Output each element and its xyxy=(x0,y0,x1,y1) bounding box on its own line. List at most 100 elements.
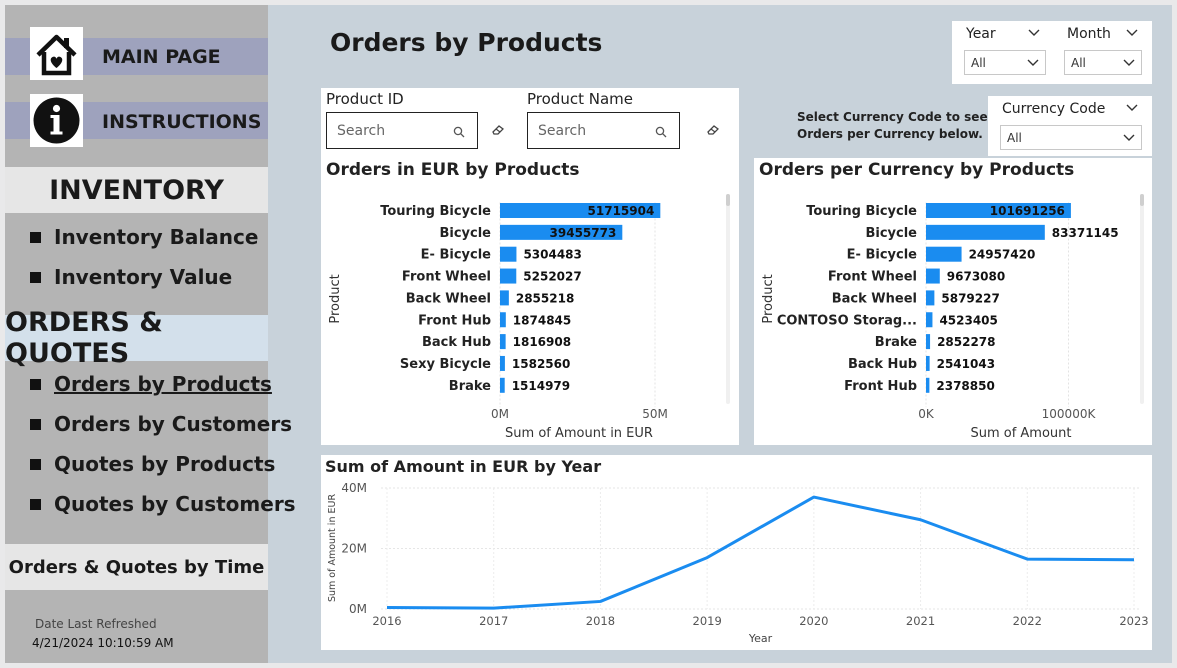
bullet-square xyxy=(30,231,41,243)
product-id-search-placeholder: Search xyxy=(337,123,386,139)
eur-category-label: E- Bicycle xyxy=(421,248,492,263)
bullet-square xyxy=(30,458,41,470)
eur-data-label: 1816908 xyxy=(513,335,571,349)
date-slicer-panel: Year All Month All xyxy=(952,21,1152,84)
currency-bar xyxy=(926,224,1045,240)
eur-data-label: 5252027 xyxy=(523,270,581,284)
currency-category-label: Back Wheel xyxy=(832,291,917,306)
eur-bar xyxy=(500,377,505,393)
eur-bar xyxy=(500,355,505,371)
line-x-tick-label: 2021 xyxy=(906,614,935,628)
eur-x-axis-label: Sum of Amount in EUR xyxy=(505,426,653,441)
nav-orders-by-products[interactable]: Orders by Products xyxy=(30,370,275,398)
eur-x-tick-label: 0M xyxy=(491,407,509,421)
currency-note: Select Currency Code to see Orders per C… xyxy=(797,109,988,143)
currency-bar xyxy=(926,312,933,328)
year-dropdown[interactable]: All xyxy=(964,50,1046,75)
sidebar: MAIN PAGE INSTRUCTIONS INVENTORY Invento… xyxy=(5,5,296,663)
eur-bar-chart: 0M 50M Touring Bicycle 51715904 Bicycle 39455… xyxy=(328,194,730,441)
bullet-square xyxy=(30,498,41,510)
orders-quotes-by-time-button[interactable]: Orders & Quotes by Time xyxy=(5,544,268,590)
eur-bar xyxy=(500,268,517,284)
currency-note-line: Orders per Currency below. xyxy=(797,127,983,141)
currency-category-label: Brake xyxy=(875,335,917,350)
bullet-square xyxy=(30,378,41,390)
eur-category-label: Back Wheel xyxy=(406,291,491,306)
nav-item-label: Inventory Balance xyxy=(54,225,259,249)
chevron-down-icon[interactable] xyxy=(1126,104,1138,112)
search-icon xyxy=(655,126,667,138)
eur-bar xyxy=(500,312,506,328)
info-icon[interactable] xyxy=(30,94,83,147)
eur-category-label: Bicycle xyxy=(439,226,491,241)
currency-scrollbar-thumb xyxy=(1140,194,1144,206)
currency-data-label: 101691256 xyxy=(990,204,1065,218)
line-x-axis-label: Year xyxy=(748,632,773,645)
line-x-tick-label: 2018 xyxy=(586,614,615,628)
month-dropdown-value: All xyxy=(1071,56,1086,70)
bullet-square xyxy=(30,418,41,430)
eur-category-label: Back Hub xyxy=(422,335,491,350)
eur-y-axis-label: Product xyxy=(328,274,343,323)
main-page-label: MAIN PAGE xyxy=(102,46,221,68)
chevron-down-icon xyxy=(1123,59,1135,66)
bullet-square xyxy=(30,271,41,283)
eur-category-label: Front Hub xyxy=(418,313,491,328)
eur-bar xyxy=(500,290,509,306)
eur-scrollbar-thumb xyxy=(726,194,730,206)
inventory-header: INVENTORY xyxy=(5,167,268,213)
currency-data-label: 4523405 xyxy=(939,313,997,327)
currency-chart-panel: Orders per Currency by Products 0K 100000… xyxy=(754,158,1152,445)
product-id-search[interactable]: Search xyxy=(326,112,478,149)
eraser-icon[interactable] xyxy=(706,124,720,136)
eraser-icon[interactable] xyxy=(491,124,505,136)
nav-item-label: Quotes by Products xyxy=(54,452,276,476)
eur-x-tick-label: 50M xyxy=(642,407,668,421)
year-line-chart: 0M 20M 40M 2016 2017 2018 2019 2020 2021 2022 2023… xyxy=(327,481,1149,645)
eur-data-label: 1582560 xyxy=(512,357,570,371)
currency-category-label: Front Wheel xyxy=(828,270,917,285)
currency-data-label: 24957420 xyxy=(969,248,1036,262)
year-line-chart-panel: Sum of Amount in EUR by Year 0M 20M 40M 201… xyxy=(321,455,1152,650)
year-dropdown-value: All xyxy=(971,56,986,70)
currency-bar xyxy=(926,377,930,393)
currency-data-label: 5879227 xyxy=(941,291,999,305)
chevron-down-icon xyxy=(1123,134,1135,141)
currency-note-line: Select Currency Code to see xyxy=(797,110,988,124)
line-x-tick-label: 2016 xyxy=(372,614,401,628)
eur-data-label: 51715904 xyxy=(588,204,655,218)
eur-data-label: 1514979 xyxy=(512,379,570,393)
nav-quotes-by-products[interactable]: Quotes by Products xyxy=(30,450,275,478)
chevron-down-icon[interactable] xyxy=(1028,29,1040,37)
home-icon[interactable] xyxy=(30,27,83,80)
year-slicer-title: Year xyxy=(966,26,996,42)
eur-category-label: Brake xyxy=(449,379,491,394)
month-dropdown[interactable]: All xyxy=(1064,50,1142,75)
line-x-tick-label: 2019 xyxy=(693,614,722,628)
currency-y-axis-label: Product xyxy=(761,274,776,323)
product-name-search[interactable]: Search xyxy=(527,112,680,149)
nav-inventory-value[interactable]: Inventory Value xyxy=(30,263,275,291)
line-x-tick-label: 2017 xyxy=(479,614,508,628)
eur-data-label: 5304483 xyxy=(523,248,581,262)
month-slicer-title: Month xyxy=(1067,26,1111,42)
currency-data-label: 2378850 xyxy=(936,379,994,393)
instructions-label: INSTRUCTIONS xyxy=(102,111,262,133)
currency-dropdown[interactable]: All xyxy=(1000,125,1142,150)
currency-slicer-title: Currency Code xyxy=(1002,101,1106,117)
nav-quotes-by-customers[interactable]: Quotes by Customers xyxy=(30,490,296,518)
currency-scrollbar-track xyxy=(1140,194,1144,404)
currency-category-label: Bicycle xyxy=(865,226,917,241)
nav-item-label: Orders by Products xyxy=(54,372,272,396)
eur-category-label: Front Wheel xyxy=(402,270,491,285)
chevron-down-icon[interactable] xyxy=(1126,29,1138,37)
currency-data-label: 2852278 xyxy=(937,335,995,349)
eur-data-label: 39455773 xyxy=(550,226,617,240)
currency-slicer-panel: Currency Code All xyxy=(988,96,1152,156)
nav-inventory-balance[interactable]: Inventory Balance xyxy=(30,223,275,251)
nav-orders-by-customers[interactable]: Orders by Customers xyxy=(30,410,292,438)
currency-category-label: Front Hub xyxy=(844,379,917,394)
search-icon xyxy=(453,126,465,138)
currency-dropdown-value: All xyxy=(1007,131,1022,145)
chevron-down-icon xyxy=(1027,59,1039,66)
